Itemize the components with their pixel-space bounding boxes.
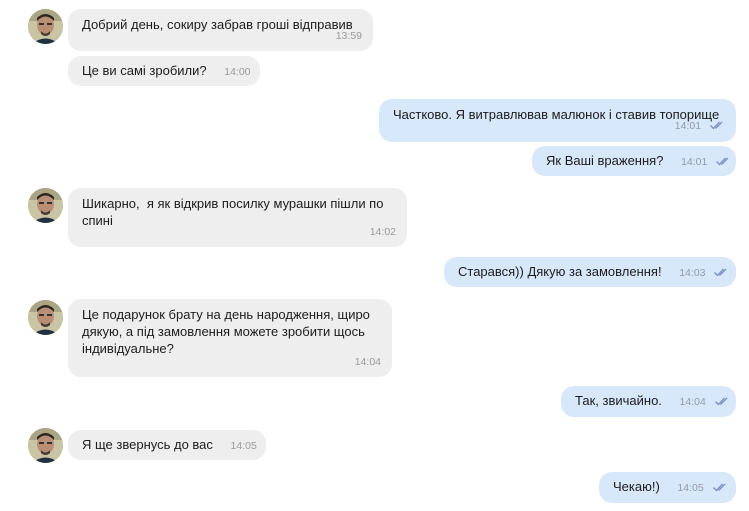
message-time: 14:02 <box>369 226 396 238</box>
message-text: Частково. Я витравлював малюнок і ставив… <box>393 107 720 122</box>
message-meta: 14:00 <box>224 66 250 78</box>
message-meta: 14:02 <box>370 224 396 241</box>
double-check-icon <box>716 155 731 172</box>
message-time: 14:05 <box>677 482 704 494</box>
message-meta: 14:05 <box>677 482 727 494</box>
message-time: 14:00 <box>224 66 251 78</box>
message-text: Як Ваші враження? <box>546 153 664 168</box>
double-check-icon <box>714 266 729 283</box>
message-text: Я ще звернусь до вас <box>82 437 213 452</box>
message-meta: 14:04 <box>355 354 381 371</box>
message-bubble[interactable]: Я ще звернусь до вас 14:05 <box>68 430 266 460</box>
message-bubble[interactable]: Шикарно, я як відкрив посилку мурашки пі… <box>68 188 407 247</box>
message-meta: 14:01 <box>681 156 731 168</box>
message-time: 14:05 <box>230 440 257 452</box>
message-text: Це подарунок брату на день народження, щ… <box>82 307 370 356</box>
message-bubble[interactable]: Чекаю!) 14:05 <box>599 472 736 503</box>
message-bubble[interactable]: Добрий день, сокиру забрав гроші відправ… <box>68 9 373 51</box>
message-meta: 14:01 <box>675 118 725 136</box>
message-time: 14:01 <box>681 156 708 168</box>
message-time: 14:03 <box>679 267 706 279</box>
message-time: 13:59 <box>335 30 362 42</box>
double-check-icon <box>710 119 725 136</box>
double-check-icon <box>712 481 728 498</box>
message-time: 14:01 <box>674 120 702 132</box>
contact-avatar[interactable] <box>28 9 63 44</box>
message-bubble[interactable]: Це подарунок брату на день народження, щ… <box>68 299 392 377</box>
message-text: Це ви самі зробили? <box>82 63 207 78</box>
message-text: Старався)) Дякую за замовлення! <box>458 264 662 279</box>
message-bubble[interactable]: Це ви самі зробили? 14:00 <box>68 56 260 86</box>
message-bubble[interactable]: Так, звичайно. 14:04 <box>561 386 736 417</box>
contact-avatar[interactable] <box>28 428 63 463</box>
message-meta: 14:04 <box>680 396 730 408</box>
message-text: Так, звичайно. <box>575 393 662 408</box>
message-time: 14:04 <box>679 396 706 408</box>
chat-conversation: Добрий день, сокиру забрав гроші відправ… <box>0 0 749 511</box>
message-text: Шикарно, я як відкрив посилку мурашки пі… <box>82 196 388 228</box>
message-text: Чекаю!) <box>613 479 660 494</box>
double-check-icon <box>714 395 730 412</box>
contact-avatar[interactable] <box>28 300 63 335</box>
message-text: Добрий день, сокиру забрав гроші відправ… <box>82 17 353 32</box>
message-meta: 14:05 <box>231 440 257 452</box>
message-bubble[interactable]: Частково. Я витравлював малюнок і ставив… <box>379 99 736 142</box>
message-bubble[interactable]: Як Ваші враження? 14:01 <box>532 146 736 176</box>
message-meta: 13:59 <box>336 28 362 45</box>
contact-avatar[interactable] <box>28 188 63 223</box>
message-meta: 14:03 <box>679 267 729 279</box>
message-time: 14:04 <box>354 356 381 368</box>
message-bubble[interactable]: Старався)) Дякую за замовлення! 14:03 <box>444 257 736 287</box>
